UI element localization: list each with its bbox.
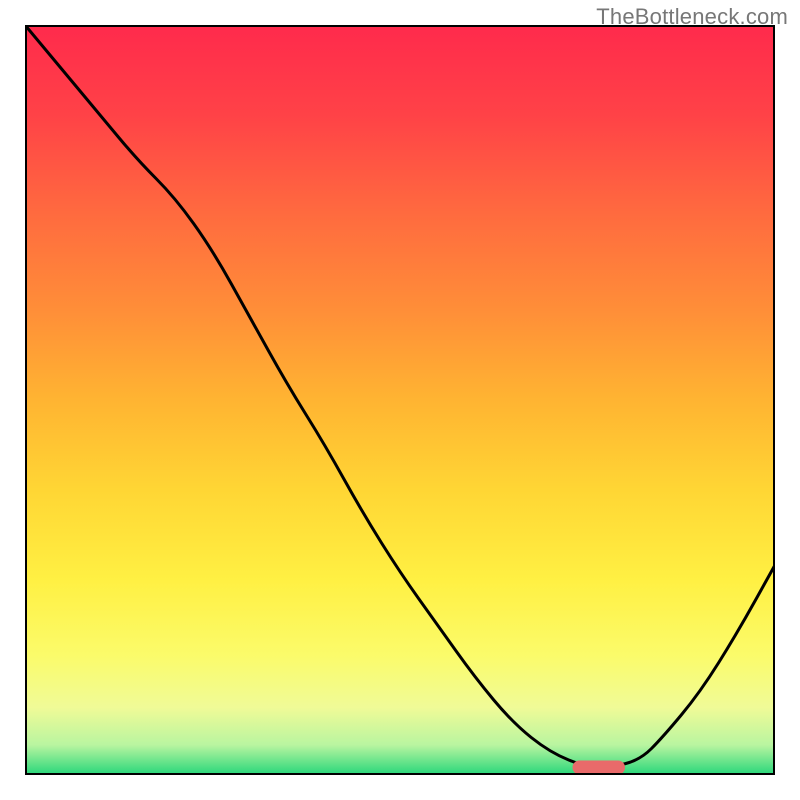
optimal-marker: [573, 761, 626, 775]
chart-container: TheBottleneck.com: [0, 0, 800, 800]
gradient-background: [25, 25, 775, 775]
plot-area: [25, 25, 775, 775]
watermark-text: TheBottleneck.com: [596, 4, 788, 30]
chart-svg: [25, 25, 775, 775]
